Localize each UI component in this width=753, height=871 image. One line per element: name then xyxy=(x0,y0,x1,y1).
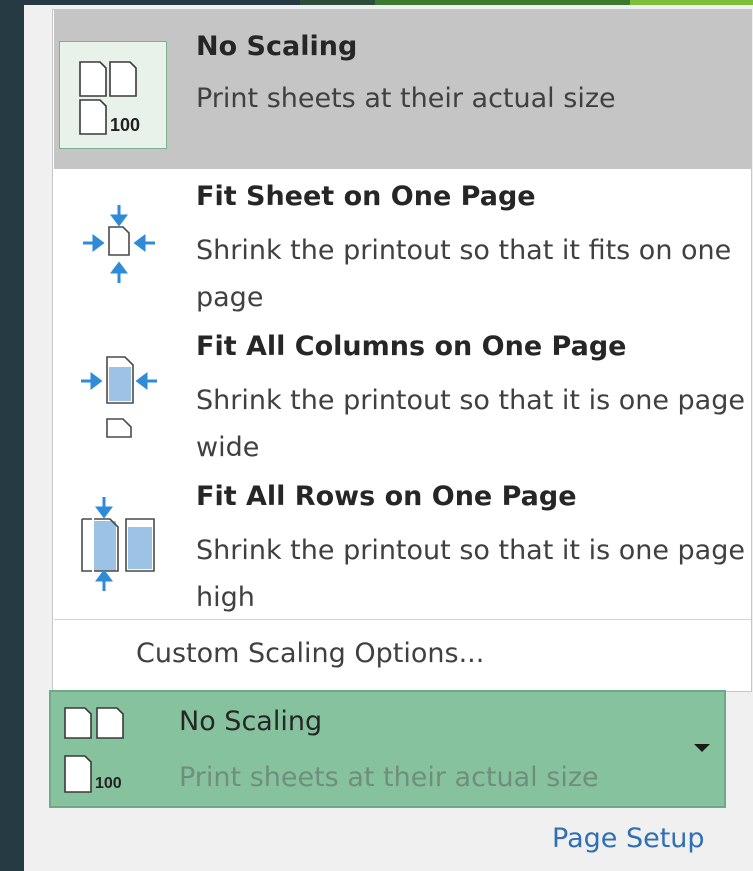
no-scaling-icon: 100 xyxy=(59,702,149,798)
scaling-panel: 100 No Scaling Print sheets at their act… xyxy=(24,5,753,871)
fit-sheet-icon xyxy=(79,201,159,291)
no-scaling-icon: 100 xyxy=(59,41,167,149)
page-setup-link[interactable]: Page Setup xyxy=(552,823,705,854)
menu-item-fit-columns[interactable]: Fit All Columns on One Page Shrink the p… xyxy=(54,319,751,469)
menu-item-description: Print sheets at their actual size xyxy=(196,83,616,114)
chevron-down-icon[interactable] xyxy=(694,744,710,752)
combo-icon-label: 100 xyxy=(95,775,122,792)
icon-label-100: 100 xyxy=(110,115,140,135)
menu-item-fit-sheet[interactable]: Fit Sheet on One Page Shrink the printou… xyxy=(54,169,751,319)
fit-rows-icon xyxy=(74,493,158,593)
fit-columns-icon xyxy=(79,349,159,439)
menu-item-title: Fit All Columns on One Page xyxy=(196,331,627,362)
menu-item-title: No Scaling xyxy=(196,31,358,62)
menu-item-description: Shrink the printout so that it is one pa… xyxy=(196,535,745,613)
scaling-dropdown-menu: 100 No Scaling Print sheets at their act… xyxy=(52,9,752,692)
combo-title: No Scaling xyxy=(179,706,323,737)
menu-item-fit-rows[interactable]: Fit All Rows on One Page Shrink the prin… xyxy=(54,469,751,619)
menu-separator xyxy=(54,619,751,620)
menu-item-description: Shrink the printout so that it is one pa… xyxy=(196,385,745,463)
menu-item-title: Fit Sheet on One Page xyxy=(196,181,536,212)
menu-item-title: Fit All Rows on One Page xyxy=(196,481,577,512)
menu-item-no-scaling[interactable]: 100 No Scaling Print sheets at their act… xyxy=(54,10,751,169)
custom-scaling-options-link[interactable]: Custom Scaling Options... xyxy=(136,638,484,669)
combo-description: Print sheets at their actual size xyxy=(179,762,599,793)
scaling-combo-box[interactable]: 100 No Scaling Print sheets at their act… xyxy=(49,690,726,808)
menu-item-description: Shrink the printout so that it fits on o… xyxy=(196,235,732,313)
